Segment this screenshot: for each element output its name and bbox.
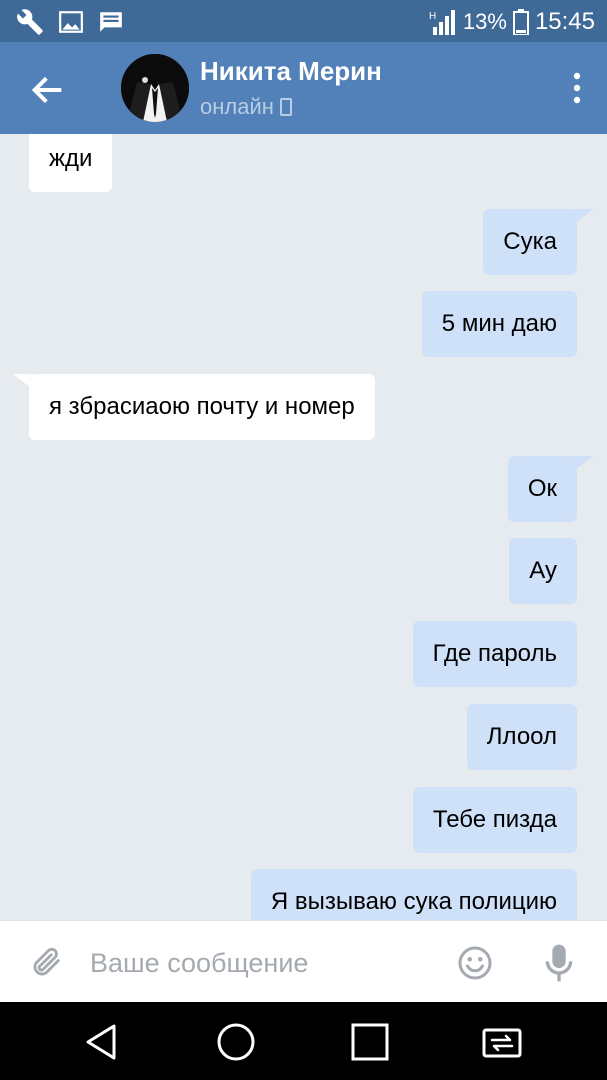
message-bubble-incoming[interactable]: я збрасиаою почту и номер xyxy=(13,374,375,440)
home-circle-icon[interactable] xyxy=(214,1020,258,1064)
avatar[interactable] xyxy=(121,54,189,122)
clock-time: 15:45 xyxy=(534,8,595,35)
recents-square-icon[interactable] xyxy=(348,1020,392,1064)
message-bubble-outgoing[interactable]: Ау xyxy=(509,538,577,604)
message-bubble-outgoing[interactable]: Тебе пизда xyxy=(412,787,577,853)
battery-icon xyxy=(512,9,529,35)
message-bubble-outgoing[interactable]: Ок xyxy=(507,456,594,522)
battery-percent: 13% xyxy=(462,9,507,34)
message-list[interactable]: жди Сука 5 мин даю я збрасиаою почту и н… xyxy=(0,134,607,920)
message-input[interactable] xyxy=(88,935,432,991)
signal-icon: H xyxy=(429,10,455,35)
status-icons-right: H 13% 15:45 xyxy=(429,8,595,36)
chat-header: Никита Мерин онлайн xyxy=(0,42,607,134)
status-text: онлайн xyxy=(200,94,274,119)
contact-name: Никита Мерин xyxy=(200,56,382,86)
wrench-icon xyxy=(17,9,43,35)
more-menu-icon[interactable] xyxy=(569,68,585,108)
contact-status: онлайн xyxy=(200,94,292,120)
status-bar: H 13% 15:45 xyxy=(0,0,607,42)
system-nav-bar xyxy=(0,1002,607,1080)
message-composer xyxy=(0,920,607,1003)
image-icon xyxy=(59,11,83,33)
back-arrow-icon[interactable] xyxy=(28,70,68,110)
network-type: H xyxy=(429,11,436,22)
message-bubble-outgoing[interactable]: Где пароль xyxy=(412,621,577,687)
message-bubble-outgoing[interactable]: Ллоол xyxy=(466,704,577,770)
message-bubble-outgoing[interactable]: Я вызываю сука полицию xyxy=(250,869,577,920)
message-bubble-incoming[interactable]: жди xyxy=(29,134,113,192)
back-triangle-icon[interactable] xyxy=(80,1020,124,1064)
switch-icon[interactable] xyxy=(480,1020,524,1064)
status-icons-left xyxy=(16,8,124,36)
message-icon xyxy=(100,12,122,32)
mic-icon[interactable] xyxy=(544,943,574,983)
message-bubble-outgoing[interactable]: Сука xyxy=(483,209,593,275)
message-bubble-outgoing[interactable]: 5 мин даю xyxy=(421,291,577,357)
avatar-suit-icon xyxy=(121,54,189,122)
attach-icon[interactable] xyxy=(30,943,64,981)
mobile-icon xyxy=(279,98,292,116)
emoji-icon[interactable] xyxy=(457,945,493,981)
